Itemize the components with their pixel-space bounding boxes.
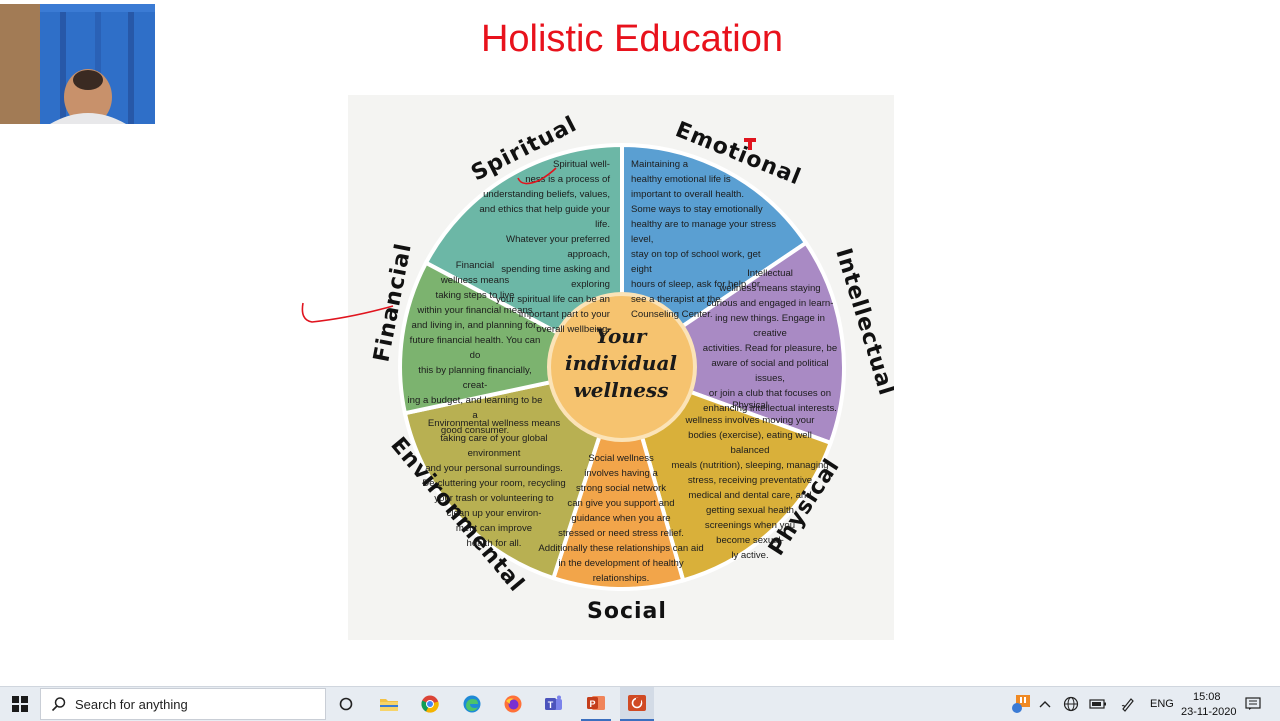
search-box[interactable]: Search for anything (40, 688, 326, 720)
edge-icon (463, 695, 481, 713)
pen-icon (1121, 698, 1134, 712)
task-view-button[interactable] (332, 687, 360, 721)
firefox-button[interactable] (500, 687, 526, 721)
center-label: Your individual wellness (564, 324, 678, 402)
slideshow-icon (628, 695, 646, 711)
slideshow-button[interactable] (620, 687, 654, 721)
chrome-icon (421, 695, 439, 713)
notification-warning-icon (1012, 695, 1030, 713)
chrome-button[interactable] (417, 687, 443, 721)
file-explorer-button[interactable] (376, 687, 402, 721)
show-hidden-icons-button[interactable] (1036, 687, 1054, 721)
financial-text: Financial wellness means taking steps to… (407, 260, 543, 436)
presentation-slide: Holistic Education Spiritual Emotional I… (0, 0, 1280, 686)
teams-button[interactable]: T (541, 687, 567, 721)
search-icon (51, 697, 66, 712)
battery-button[interactable] (1088, 687, 1108, 721)
start-button[interactable] (0, 687, 40, 721)
teams-icon: T (545, 695, 562, 710)
windows-taskbar: Search for anything T P ENG 15:08 23-11-… (0, 686, 1280, 721)
clock-date[interactable]: 23-11-2020 (1181, 706, 1236, 718)
svg-text:T: T (548, 700, 554, 710)
label-social: Social (587, 599, 667, 624)
folder-icon (380, 699, 398, 711)
action-center-button[interactable] (1242, 687, 1264, 721)
powerpoint-button[interactable]: P (581, 687, 611, 721)
search-placeholder: Search for anything (75, 696, 188, 712)
windows-logo-icon (12, 696, 28, 712)
globe-icon (1063, 696, 1079, 712)
edge-button[interactable] (459, 687, 485, 721)
pen-button[interactable] (1118, 687, 1138, 721)
alert-tray-button[interactable] (1008, 687, 1034, 721)
cortana-circle-icon (339, 697, 353, 711)
battery-icon (1089, 699, 1106, 709)
chevron-up-icon (1039, 701, 1051, 708)
intellectual-text: Intellectual wellness means staying curi… (702, 268, 838, 414)
language-indicator[interactable]: ENG (1150, 698, 1174, 710)
slide-title: Holistic Education (480, 18, 784, 60)
firefox-icon (504, 695, 522, 713)
svg-text:P: P (589, 699, 595, 709)
network-button[interactable] (1061, 687, 1081, 721)
powerpoint-icon: P (587, 696, 605, 710)
action-center-icon (1245, 697, 1261, 710)
clock-time[interactable]: 15:08 (1193, 691, 1221, 703)
